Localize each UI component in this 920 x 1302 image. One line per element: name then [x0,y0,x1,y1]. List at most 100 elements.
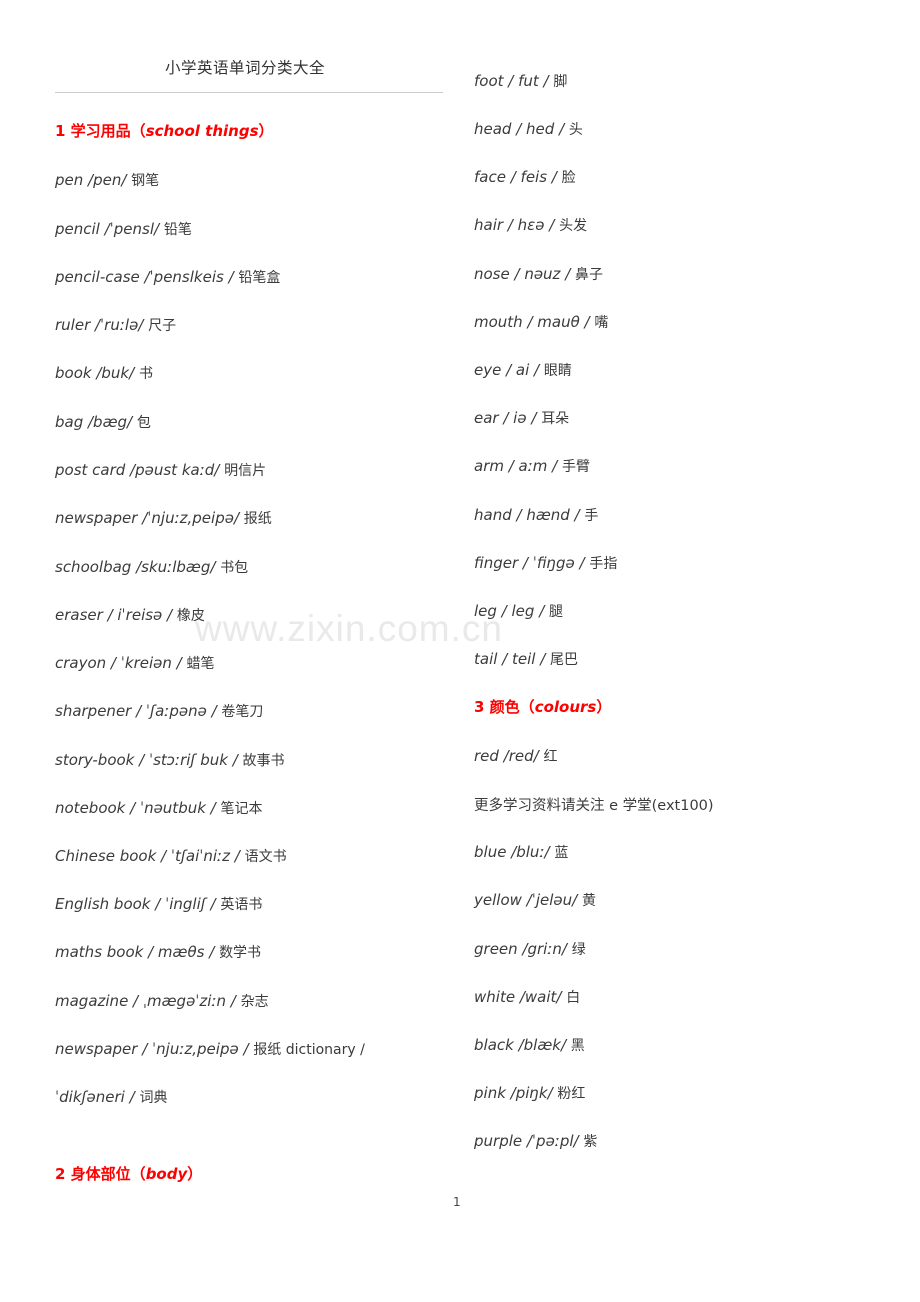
vocab-translation: 铅笔 [163,222,192,238]
vocab-word: foot / fut / [474,72,549,90]
section-heading: 2 身体部位（body） [55,1167,202,1182]
section-title-cn: 颜色（ [489,698,535,716]
vocab-entry: story-book / ˈstɔːriʃ buk / 故事书 [55,753,285,769]
vocab-translation: 嘴 [594,315,609,331]
vocab-translation: 绿 [571,942,586,958]
vocab-entry: maths book / mæθs / 数学书 [55,945,262,961]
vocab-entry: schoolbag /skuːlbæg/ 书包 [55,558,248,576]
vocab-word: mouth / mauθ / [474,313,590,331]
title-divider [55,92,443,93]
vocab-translation: 报纸 dictionary / [253,1042,365,1058]
section-title-en: colours [534,698,597,716]
vocab-translation: 橡皮 [176,608,205,624]
vocab-word: ruler /ˈruːlə/ [55,316,144,334]
vocab-word: head / hed / [474,120,565,138]
promo-note: 更多学习资料请关注 e 学堂(ext100) [474,798,714,814]
vocab-word: pencil /ˈpensl/ [55,220,160,238]
vocab-entry: ear / iə / 耳朵 [474,411,569,427]
vocab-word: hand / hænd / [474,506,580,524]
vocab-entry: black /blæk/ 黑 [474,1036,585,1054]
vocab-entry: blue /bluː/ 蓝 [474,845,569,861]
vocab-translation: 头发 [559,218,588,234]
vocab-entry: leg / leg / 腿 [474,602,563,620]
vocab-translation: 鼻子 [575,267,604,283]
vocab-translation: 蓝 [554,845,569,861]
vocab-translation: 红 [543,749,558,765]
vocab-word: newspaper / ˈnjuːz,peipə / [55,1040,249,1058]
vocab-word: red /red/ [474,747,539,765]
vocab-word: white /wait/ [474,988,562,1006]
vocab-translation: 语文书 [244,849,287,865]
vocab-entry: pink /piŋk/ 粉红 [474,1084,586,1102]
section-number: 3 [474,698,490,716]
section-heading: 1 学习用品（school things） [55,124,274,139]
vocab-entry: hair / hɛə / 头发 [474,218,588,234]
vocab-entry: post card /pəust kaːd/ 明信片 [55,461,267,479]
vocab-translation: 英语书 [220,897,263,913]
vocab-word: eraser / iˈreisə / [55,606,173,624]
vocab-word: English book / ˈingliʃ / [55,895,216,913]
vocab-entry: notebook / ˈnəutbuk / 笔记本 [55,799,263,817]
vocab-entry: eraser / iˈreisə / 橡皮 [55,606,205,624]
watermark: www.zixin.com.cn [195,608,503,649]
section-title-bracket: ） [258,122,274,140]
vocab-translation: 手 [584,508,599,524]
vocab-entry: hand / hænd / 手 [474,506,599,524]
document-page: www.zixin.com.cn 小学英语单词分类大全 1 学习用品（schoo… [0,0,920,1302]
vocab-entry: eye / ai / 眼睛 [474,361,572,379]
vocab-translation: 紫 [583,1134,598,1150]
vocab-translation: 眼睛 [543,363,572,379]
vocab-word: post card /pəust kaːd/ [55,461,220,479]
vocab-entry: arm / aːm / 手臂 [474,459,590,475]
vocab-word: tail / teil / [474,650,546,668]
vocab-word: green /griːn/ [474,940,567,958]
vocab-word: Chinese book / ˈtʃaiˈniːz / [55,847,240,865]
vocab-entry: mouth / mauθ / 嘴 [474,313,609,331]
vocab-word: black /blæk/ [474,1036,566,1054]
vocab-entry: foot / fut / 脚 [474,72,568,90]
vocab-word: notebook / ˈnəutbuk / [55,799,216,817]
vocab-entry: head / hed / 头 [474,120,583,138]
vocab-entry: newspaper /ˈnjuːz,peipə/ 报纸 [55,509,272,527]
section-title-cn: 身体部位（ [70,1165,146,1183]
vocab-translation: 尾巴 [550,652,579,668]
vocab-translation: 故事书 [242,753,285,769]
vocab-word: crayon / ˈkreiən / [55,654,182,672]
vocab-translation: 粉红 [557,1086,586,1102]
vocab-word: sharpener / ˈʃaːpənə / [55,702,217,720]
vocab-translation: 数学书 [219,945,262,961]
vocab-translation: 脚 [553,74,568,90]
vocab-translation: 手指 [589,556,618,572]
vocab-translation: 包 [136,415,151,431]
promo-note-text: 更多学习资料请关注 e 学堂(ext100) [474,798,714,814]
vocab-entry: ˈdikʃəneri / 词典 [55,1090,167,1106]
vocab-word: pink /piŋk/ [474,1084,553,1102]
vocab-translation: 头 [568,122,583,138]
vocab-entry: pencil-case /ˈpenslkeis / 铅笔盒 [55,270,281,286]
vocab-word: leg / leg / [474,602,545,620]
vocab-translation: 铅笔盒 [238,270,281,286]
vocab-word: nose / nəuz / [474,265,571,283]
vocab-word: face / feis / [474,168,557,186]
vocab-translation: 钢笔 [131,173,160,189]
section-title-bracket: ） [596,698,612,716]
vocab-entry: English book / ˈingliʃ / 英语书 [55,895,263,913]
vocab-translation: 蜡笔 [186,656,215,672]
vocab-entry: newspaper / ˈnjuːz,peipə / 报纸 dictionary… [55,1040,365,1058]
vocab-word: schoolbag /skuːlbæg/ [55,558,216,576]
vocab-entry: bag /bæg/ 包 [55,415,151,431]
section-title-bracket: ） [187,1165,203,1183]
vocab-word: eye / ai / [474,361,540,379]
vocab-translation: 脸 [561,170,576,186]
vocab-word: newspaper /ˈnjuːz,peipə/ [55,509,239,527]
vocab-entry: magazine / ˌmægəˈziːn / 杂志 [55,994,269,1010]
section-title-cn: 学习用品（ [70,122,146,140]
vocab-entry: face / feis / 脸 [474,168,576,186]
vocab-entry: pen /pen/ 钢笔 [55,171,160,189]
vocab-word: pen /pen/ [55,171,127,189]
vocab-translation: 明信片 [224,463,267,479]
vocab-word: purple /ˈpəːpl/ [474,1132,579,1150]
vocab-entry: sharpener / ˈʃaːpənə / 卷笔刀 [55,702,263,720]
page-number: 1 [453,1195,461,1209]
vocab-word: yellow /ˈjeləu/ [474,891,578,909]
